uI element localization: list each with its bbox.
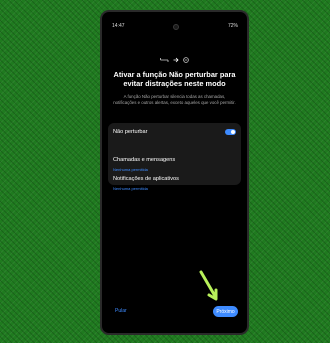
next-button[interactable]: Próximo [213,306,238,317]
dnd-toggle[interactable] [225,128,236,135]
dnd-toggle-row[interactable]: Não perturbar [113,126,236,137]
arrow-right-icon [173,57,179,63]
skip-button[interactable]: Pular [115,308,127,314]
bottom-bar: Pular Próximo [102,306,247,318]
do-not-disturb-icon [183,57,189,63]
app-notifications-label: Notificações de aplicativos [113,176,179,182]
calls-messages-label: Chamadas e mensagens [113,157,176,163]
settings-card: Não perturbar Chamadas e mensagens Nenhu… [108,123,241,191]
page-title: Ativar a função Não perturbar para evita… [113,70,236,88]
app-notifications-value: Nenhuma permitida [113,186,148,191]
page-description: A função Não perturbar silencia todas as… [113,94,236,105]
status-time: 14:47 [112,23,125,29]
toggle-knob [231,129,235,134]
phone-screen: 14:47 72% Ativar a função Não perturbar … [100,10,249,335]
phone-forward-icon [160,58,169,62]
dnd-label: Não perturbar [113,128,148,135]
front-camera [173,24,179,30]
app-notifications-row[interactable]: Notificações de aplicativos Nenhuma perm… [113,167,236,191]
pointer-arrow-icon [199,270,218,301]
battery-level: 72% [227,23,238,29]
status-bar: 14:47 72% [102,23,247,31]
hero-icons [102,56,247,64]
